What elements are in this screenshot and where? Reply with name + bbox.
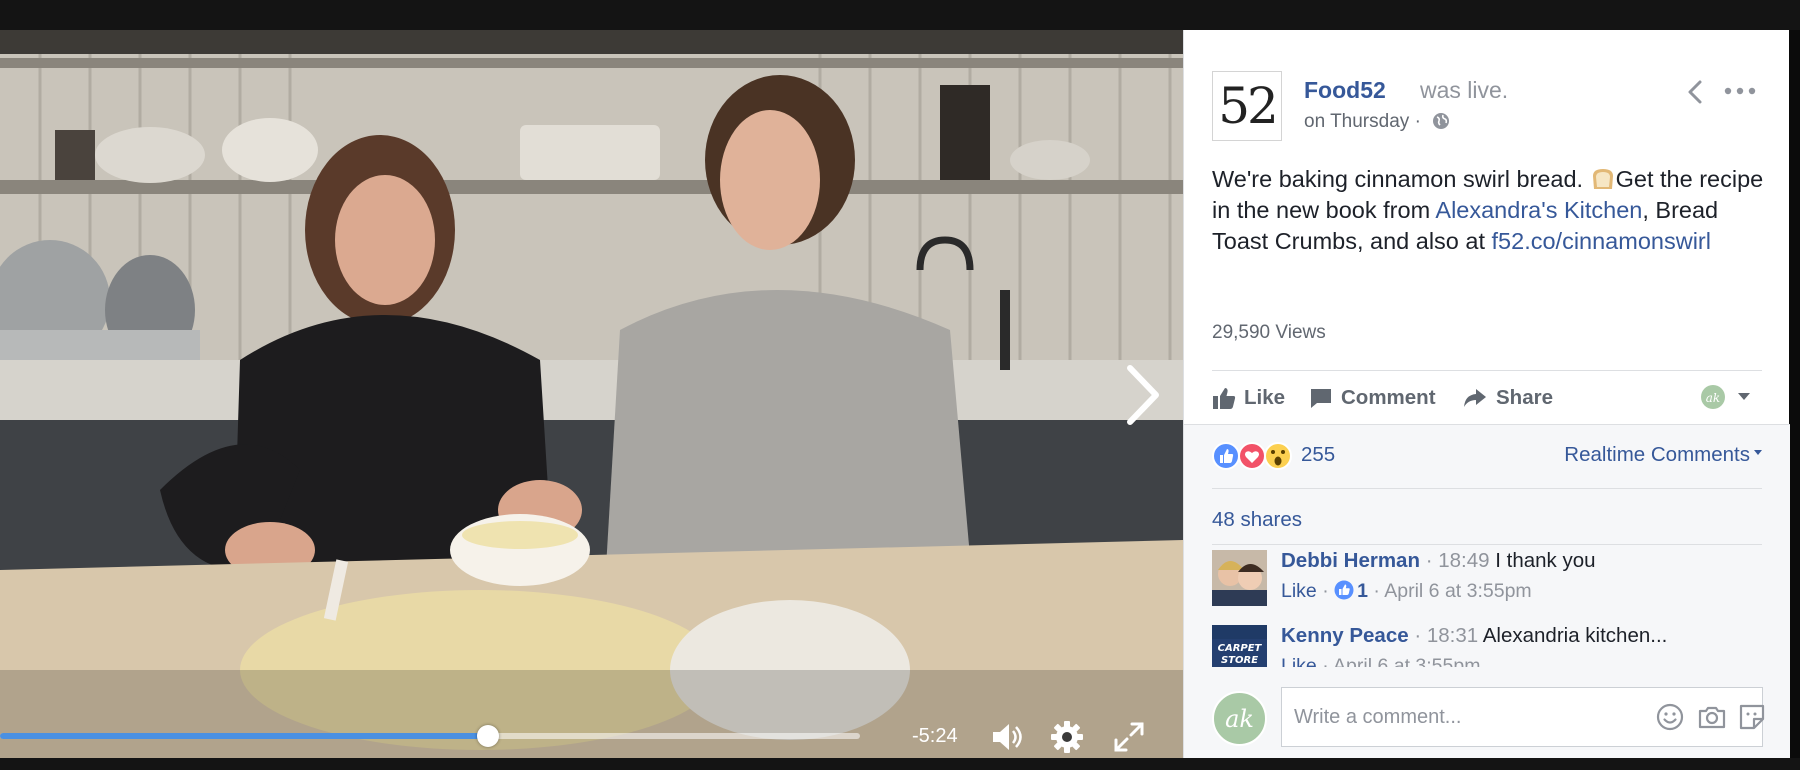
comment-line: Debbi Herman · 18:49 I thank you [1281, 549, 1596, 573]
live-status-text: was live. [1420, 77, 1509, 103]
volume-icon[interactable] [990, 720, 1024, 754]
top-bar [0, 0, 1800, 30]
share-label: Share [1496, 386, 1553, 409]
commenter-avatar[interactable]: CARPET STORE [1212, 625, 1267, 667]
comment-label: Comment [1341, 386, 1436, 409]
avatar-text-line-1: CARPET [1218, 643, 1263, 654]
separator-dot: · [1414, 111, 1427, 132]
reaction-icons[interactable] [1212, 442, 1300, 470]
comment-composer: ak [1212, 687, 1767, 749]
like-reaction-icon [1334, 580, 1354, 600]
globe-icon [1433, 113, 1450, 129]
comment-bubble-icon [1311, 389, 1331, 408]
more-options-icon[interactable] [1722, 81, 1758, 101]
love-reaction-icon [1238, 442, 1266, 470]
alexandras-kitchen-link[interactable]: Alexandra's Kitchen [1435, 197, 1642, 223]
caret-down-icon [1754, 450, 1762, 455]
like-button[interactable]: Like [1212, 383, 1285, 413]
chevron-left-icon[interactable] [1682, 77, 1708, 107]
engagement-section: 255 Realtime Comments 48 shares Debbi He… [1184, 424, 1790, 758]
video-frame [0, 30, 1183, 758]
action-bar: Like Comment Share ak [1212, 370, 1762, 422]
progress-bar[interactable] [0, 725, 860, 747]
video-controls: -5:24 [0, 710, 1183, 758]
header-controls [1682, 77, 1762, 107]
settings-gear-icon[interactable] [1050, 720, 1084, 754]
commenter-avatar[interactable] [1212, 550, 1267, 606]
like-reaction-icon [1212, 442, 1240, 470]
thumbs-up-icon [1213, 388, 1236, 409]
wow-reaction-icon [1264, 442, 1292, 470]
recipe-url-link[interactable]: f52.co/cinnamonswirl [1492, 228, 1711, 254]
avatar-text-line-2: STORE [1221, 655, 1258, 666]
comment-button[interactable]: Comment [1309, 383, 1436, 413]
comment-text: I thank you [1495, 549, 1596, 572]
comment-actions: Like · April 6 at 3:55pm [1281, 655, 1480, 667]
post-time-text: on Thursday [1304, 111, 1410, 132]
share-count-link[interactable]: 48 shares [1212, 508, 1302, 532]
commenter-name[interactable]: Kenny Peace [1281, 624, 1409, 647]
bottom-bar [0, 758, 1800, 770]
time-remaining: -5:24 [912, 725, 958, 747]
comment-like-button[interactable]: Like [1281, 655, 1317, 667]
separator-dot: · [1414, 624, 1427, 647]
separator-dot: · [1425, 549, 1439, 572]
profile-switcher-icon: ak [1701, 385, 1750, 409]
separator-dot: · [1373, 580, 1385, 602]
audience-initials: ak [1706, 391, 1720, 405]
post-message: We're baking cinnamon swirl bread. Get t… [1212, 164, 1772, 257]
fullscreen-icon[interactable] [1112, 720, 1146, 754]
view-count: 29,590 Views [1212, 322, 1326, 343]
comment-like-count[interactable]: 1 [1357, 580, 1368, 602]
comment-text: Alexandria kitchen... [1482, 624, 1668, 647]
comment-date[interactable]: April 6 at 3:55pm [1384, 580, 1531, 602]
comment-date[interactable]: April 6 at 3:55pm [1333, 655, 1480, 667]
sticker-icon[interactable] [1736, 701, 1768, 733]
progress-scrubber[interactable] [476, 725, 499, 747]
post-header: 52 Food52 was live. on Thursday · [1212, 71, 1762, 141]
reaction-summary: 255 Realtime Comments [1212, 425, 1762, 489]
video-player[interactable]: -5:24 [0, 30, 1183, 758]
realtime-comments-label: Realtime Comments [1564, 443, 1750, 466]
emoji-icon[interactable] [1654, 701, 1686, 733]
share-arrow-icon [1464, 389, 1486, 407]
commenter-name[interactable]: Debbi Herman [1281, 549, 1420, 572]
page-avatar[interactable]: 52 [1212, 71, 1282, 141]
comment-like-button[interactable]: Like [1281, 580, 1317, 602]
post-timestamp[interactable]: on Thursday · [1304, 111, 1450, 133]
comment-line: Kenny Peace · 18:31 Alexandria kitchen..… [1281, 624, 1667, 648]
react-as-selector[interactable]: ak [1700, 383, 1756, 411]
comment-actions: Like · 1 · April 6 at 3:55pm [1281, 580, 1532, 603]
camera-icon[interactable] [1696, 701, 1728, 733]
next-video-button[interactable] [1118, 360, 1166, 430]
current-user-avatar[interactable]: ak [1212, 691, 1267, 746]
live-video-viewer: -5:24 52 Food52 was live. on Thursday · … [0, 0, 1800, 770]
like-label: Like [1244, 386, 1286, 409]
comment-input[interactable] [1281, 687, 1763, 747]
comment-video-time[interactable]: 18:31 [1427, 624, 1478, 647]
comments-list: Debbi Herman · 18:49 I thank you Like · … [1212, 549, 1767, 667]
separator-dot: · [1322, 655, 1334, 667]
share-button[interactable]: Share [1462, 383, 1553, 413]
post-panel: 52 Food52 was live. on Thursday · We're … [1183, 30, 1790, 758]
page-name-link[interactable]: Food52 [1304, 77, 1386, 104]
progress-bar-fill [0, 733, 488, 739]
post-text-part-1: We're baking cinnamon swirl bread. [1212, 166, 1584, 192]
comment-item: Debbi Herman · 18:49 I thank you Like · … [1212, 549, 1767, 619]
bread-emoji [1592, 169, 1613, 189]
shares-row: 48 shares [1212, 489, 1762, 545]
separator-dot: · [1322, 580, 1335, 602]
reaction-count[interactable]: 255 [1301, 443, 1335, 467]
comment-item: CARPET STORE Kenny Peace · 18:31 Alexand… [1212, 624, 1767, 667]
realtime-comments-dropdown[interactable]: Realtime Comments [1564, 443, 1762, 467]
comment-video-time[interactable]: 18:49 [1438, 549, 1489, 572]
